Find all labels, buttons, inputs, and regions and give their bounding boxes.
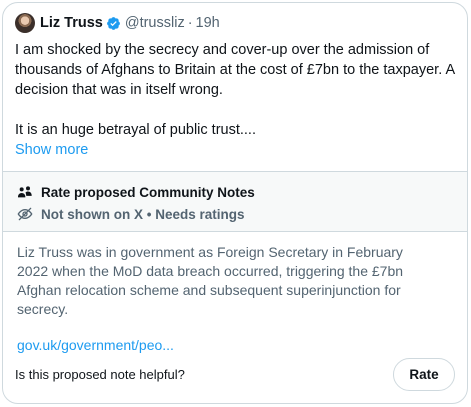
tweet: Liz Truss @trussliz · 19h I am shocked b… bbox=[3, 3, 467, 171]
cn-status: Not shown on X • Needs ratings bbox=[41, 206, 245, 222]
tweet-paragraph-1: I am shocked by the secrecy and cover-up… bbox=[15, 42, 455, 98]
tweet-text: I am shocked by the secrecy and cover-up… bbox=[15, 40, 460, 160]
people-icon bbox=[18, 186, 32, 198]
rate-button[interactable]: Rate bbox=[393, 357, 455, 391]
cn-title: Rate proposed Community Notes bbox=[41, 184, 255, 200]
separator-dot: · bbox=[187, 15, 193, 31]
helpful-question: Is this proposed note helpful? bbox=[15, 366, 185, 382]
avatar[interactable] bbox=[15, 13, 35, 33]
note-text: Liz Truss was in government as Foreign S… bbox=[17, 244, 404, 317]
author-handle[interactable]: @trussliz bbox=[125, 15, 185, 31]
tweet-card: Liz Truss @trussliz · 19h I am shocked b… bbox=[2, 2, 468, 404]
tweet-paragraph-2: It is an huge betrayal of public trust..… bbox=[15, 122, 256, 138]
community-notes-header: Rate proposed Community Notes Not shown … bbox=[3, 171, 467, 231]
show-more-link[interactable]: Show more bbox=[15, 140, 88, 160]
note-source-link[interactable]: gov.uk/government/peo... bbox=[17, 337, 174, 353]
verified-badge-icon bbox=[106, 16, 120, 30]
eye-off-icon bbox=[17, 207, 33, 221]
author-name[interactable]: Liz Truss bbox=[40, 15, 103, 31]
cn-title-row: Rate proposed Community Notes bbox=[17, 182, 453, 202]
helpful-row: Is this proposed note helpful? Rate bbox=[3, 357, 467, 391]
tweet-header: Liz Truss @trussliz · 19h bbox=[15, 13, 455, 33]
cn-status-row: Not shown on X • Needs ratings bbox=[17, 204, 453, 224]
timestamp[interactable]: 19h bbox=[196, 15, 220, 31]
